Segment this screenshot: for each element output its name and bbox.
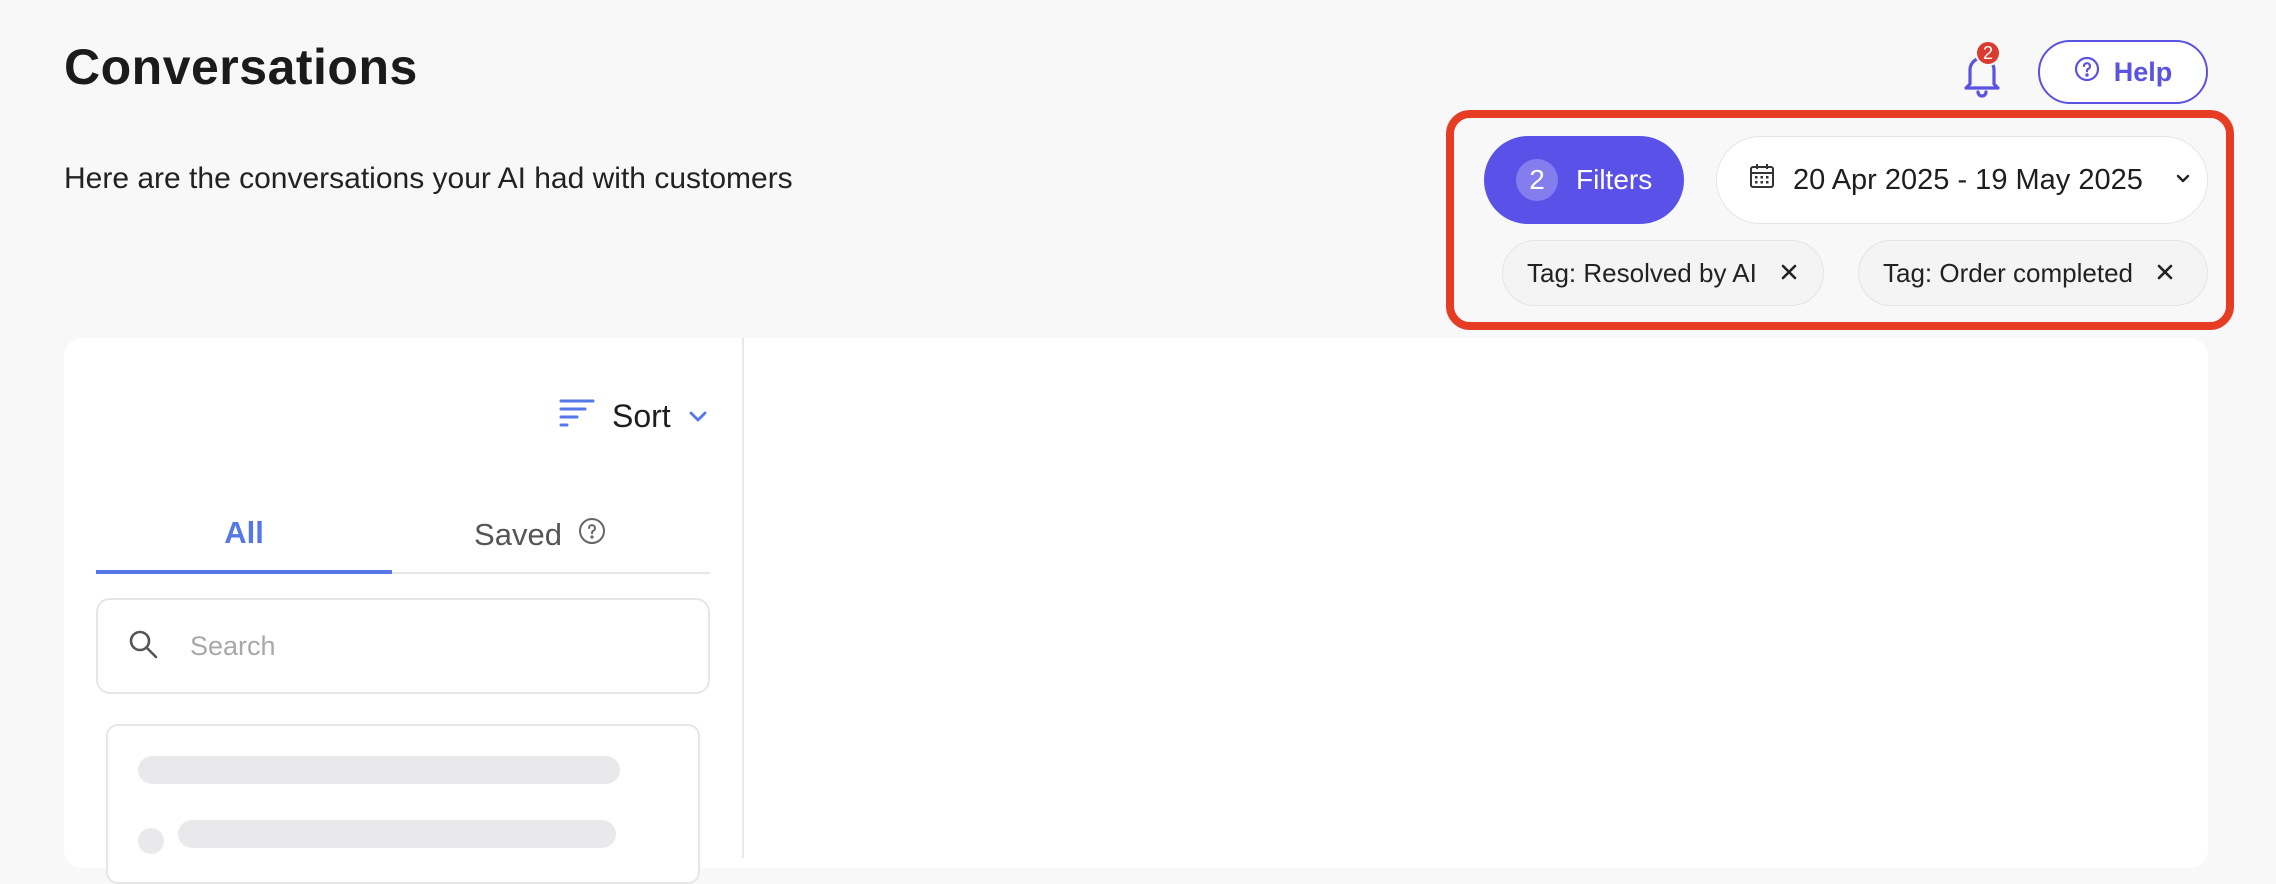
tab-label: Saved: [474, 517, 562, 552]
skeleton-line: [138, 756, 620, 784]
tag-chip-resolved-by-ai: Tag: Resolved by AI: [1502, 240, 1824, 306]
help-label: Help: [2113, 56, 2173, 87]
tag-chip-order-completed: Tag: Order completed: [1858, 240, 2208, 306]
close-icon[interactable]: [1779, 258, 1799, 289]
date-range-picker[interactable]: 20 Apr 2025 - 19 May 2025: [1716, 136, 2208, 224]
conversation-card-loading[interactable]: [106, 724, 700, 884]
chevron-down-icon: [687, 398, 709, 435]
bell-icon: [1960, 56, 2004, 102]
tab-saved[interactable]: Saved: [392, 496, 688, 574]
chevron-down-icon: [2173, 164, 2193, 197]
filters-label: Filters: [1576, 164, 1653, 195]
notification-badge: 2: [1975, 40, 2001, 66]
close-icon[interactable]: [2155, 258, 2175, 289]
date-range-label: 20 Apr 2025 - 19 May 2025: [1793, 163, 2143, 196]
tag-chip-label: Tag: Resolved by AI: [1527, 257, 1757, 288]
sort-lines-icon: [558, 397, 596, 435]
tab-label: All: [224, 515, 264, 550]
search-icon: [126, 627, 160, 666]
filters-button[interactable]: 2 Filters: [1484, 136, 1684, 224]
conversation-tabs: All Saved: [96, 496, 710, 574]
page-title: Conversations: [64, 39, 418, 95]
question-circle-icon[interactable]: [578, 517, 606, 553]
help-button[interactable]: Help: [2038, 40, 2208, 104]
tab-all[interactable]: All: [96, 496, 392, 574]
calendar-icon: [1747, 161, 1777, 199]
help-circle-icon: [2074, 56, 2100, 89]
filters-count-badge: 2: [1516, 159, 1558, 201]
panel-divider: [742, 338, 744, 858]
search-box: [96, 598, 710, 694]
sort-label: Sort: [612, 397, 671, 434]
skeleton-line: [178, 820, 616, 848]
sort-button[interactable]: Sort: [558, 392, 709, 440]
skeleton-avatar: [138, 828, 164, 854]
page-subtitle: Here are the conversations your AI had w…: [64, 162, 793, 195]
search-input[interactable]: [190, 630, 650, 662]
tag-chip-label: Tag: Order completed: [1883, 257, 2134, 288]
